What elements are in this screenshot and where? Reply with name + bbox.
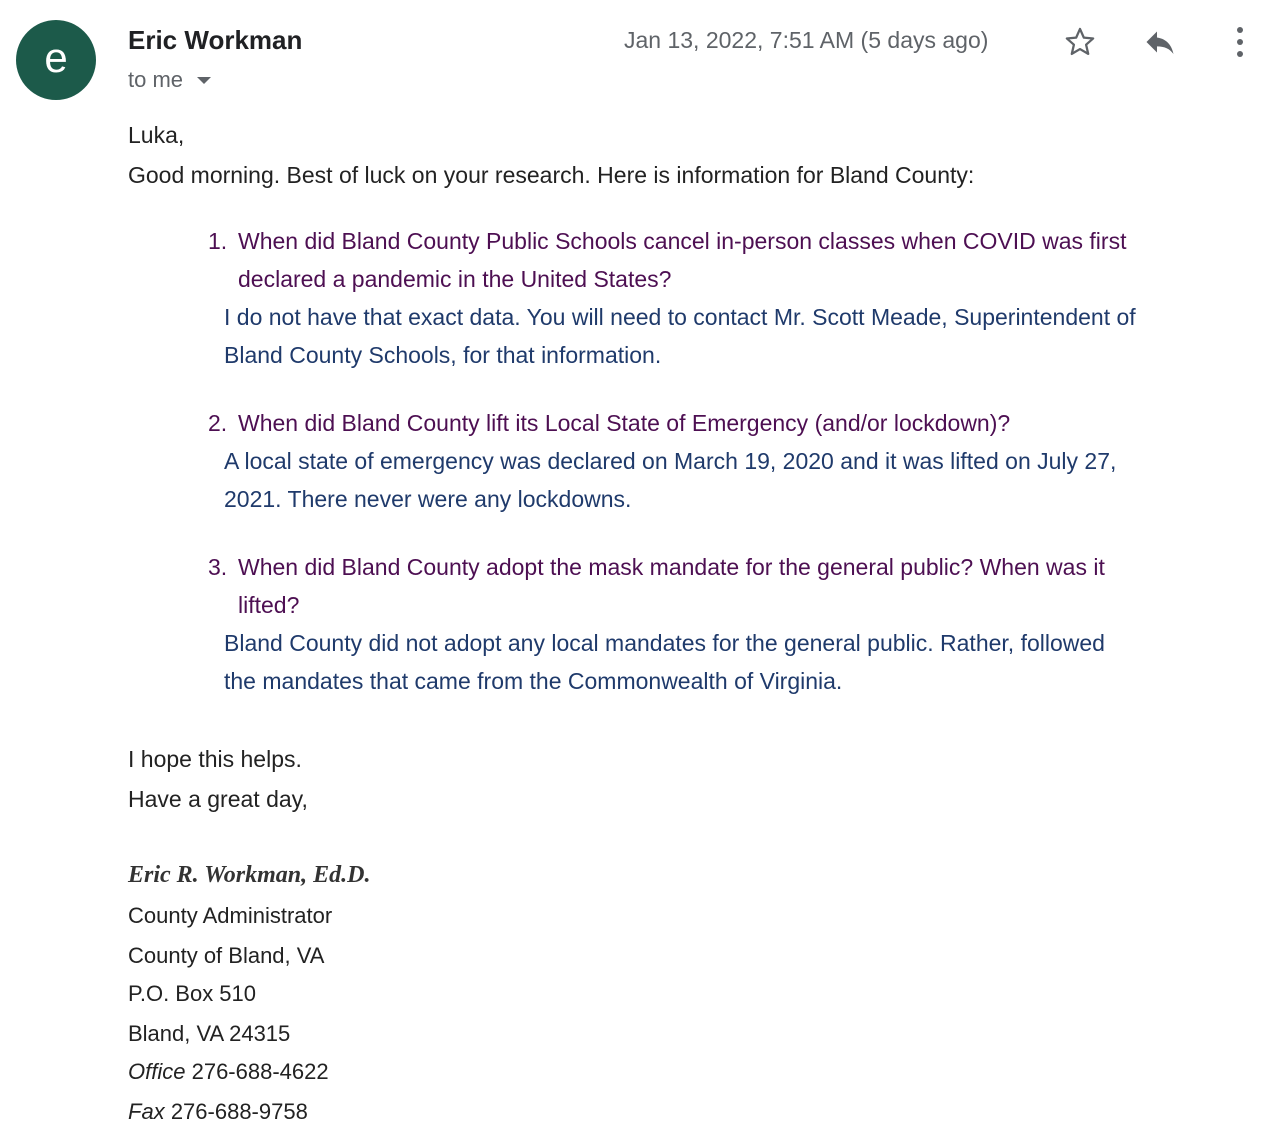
- intro-text: Good morning. Best of luck on your resea…: [128, 162, 975, 188]
- answer-line: Bland County did not adopt any local man…: [224, 630, 1105, 656]
- sender-name[interactable]: Eric Workman: [128, 25, 302, 56]
- fax-number[interactable]: 276-688-9758: [171, 1099, 308, 1124]
- answer-text: A local state of emergency was declared …: [224, 442, 1258, 518]
- item-number: 1.: [208, 228, 228, 254]
- greeting: Luka,: [128, 122, 185, 148]
- answer-line: A local state of emergency was declared …: [224, 448, 1117, 474]
- question-text: 3. When did Bland County adopt the mask …: [208, 548, 1258, 624]
- closing-line-2: Have a great day,: [128, 786, 308, 812]
- recipient-details[interactable]: to me: [128, 67, 212, 93]
- signature-title: County Administrator: [128, 903, 333, 928]
- closing-line-1: I hope this helps.: [128, 746, 302, 772]
- answer-text: Bland County did not adopt any local man…: [224, 624, 1258, 700]
- question-line: When did Bland County lift its Local Sta…: [238, 410, 1011, 436]
- more-vert-icon: [1237, 27, 1243, 57]
- star-button[interactable]: [1060, 22, 1100, 62]
- fax-label: Fax: [128, 1099, 165, 1124]
- question-line: declared a pandemic in the United States…: [238, 266, 672, 292]
- question-line: lifted?: [238, 592, 300, 618]
- chevron-down-icon[interactable]: [197, 76, 212, 84]
- question-text: 2. When did Bland County lift its Local …: [208, 404, 1258, 442]
- recipient-label: to me: [128, 67, 184, 92]
- signature-fax: Fax 276-688-9758: [128, 1099, 308, 1125]
- answer-text: I do not have that exact data. You will …: [224, 298, 1258, 374]
- signature-name: Eric R. Workman, Ed.D.: [128, 862, 371, 888]
- more-options-button[interactable]: [1220, 22, 1260, 62]
- signature-org: County of Bland, VA: [128, 943, 325, 968]
- signature-city: Bland, VA 24315: [128, 1021, 291, 1046]
- question-line: When did Bland County adopt the mask man…: [238, 554, 1105, 580]
- item-number: 3.: [208, 554, 228, 580]
- office-number[interactable]: 276-688-4622: [192, 1059, 329, 1084]
- question-line: When did Bland County Public Schools can…: [238, 228, 1127, 254]
- reply-button[interactable]: [1140, 22, 1180, 62]
- item-number: 2.: [208, 410, 228, 436]
- answer-line: 2021. There never were any lockdowns.: [224, 486, 632, 512]
- answer-line: Bland County Schools, for that informati…: [224, 342, 662, 368]
- answer-line: I do not have that exact data. You will …: [224, 304, 1136, 330]
- reply-icon: [1146, 31, 1174, 54]
- signature-office: Office 276-688-4622: [128, 1059, 329, 1085]
- question-item-2: 2. When did Bland County lift its Local …: [208, 404, 1258, 518]
- question-item-1: 1. When did Bland County Public Schools …: [208, 222, 1258, 374]
- answer-line: the mandates that came from the Commonwe…: [224, 668, 843, 694]
- office-label: Office: [128, 1059, 186, 1084]
- message-date: Jan 13, 2022, 7:51 AM (5 days ago): [624, 27, 989, 53]
- question-item-3: 3. When did Bland County adopt the mask …: [208, 548, 1258, 700]
- star-icon: [1065, 27, 1095, 56]
- sender-avatar[interactable]: e: [16, 20, 96, 100]
- question-text: 1. When did Bland County Public Schools …: [208, 222, 1258, 298]
- signature-po-box: P.O. Box 510: [128, 981, 257, 1006]
